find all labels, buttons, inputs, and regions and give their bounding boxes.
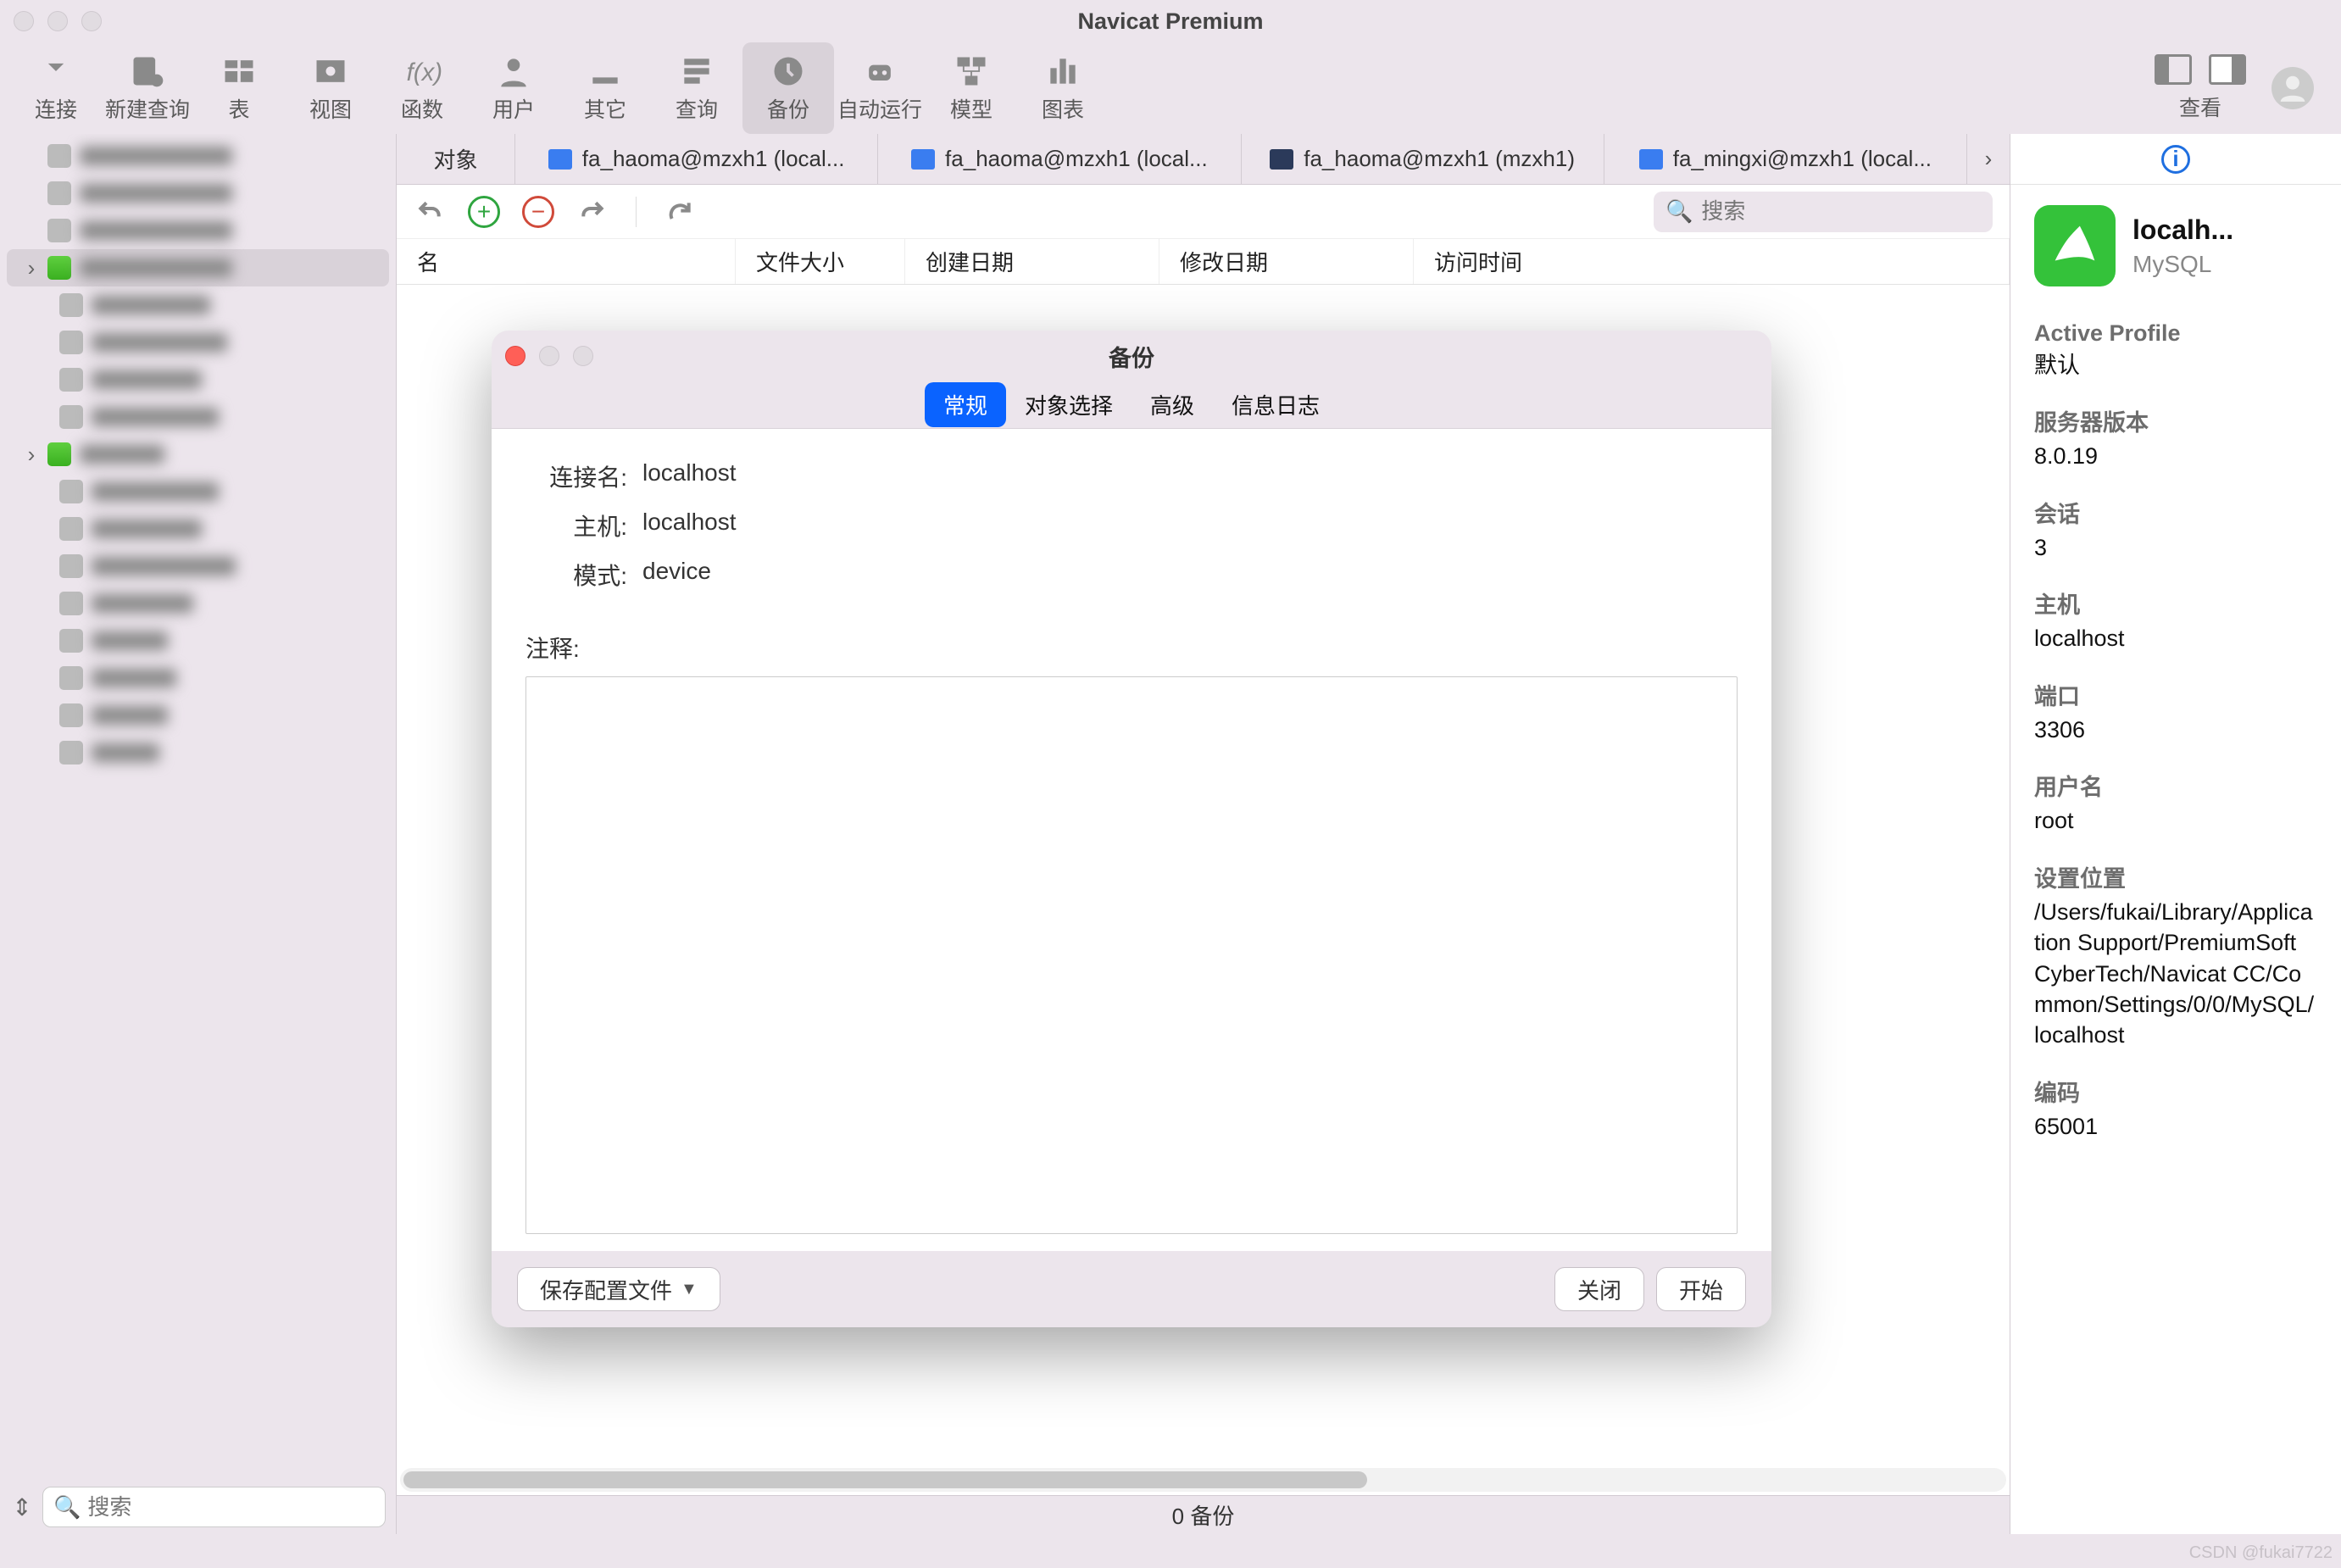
field-conn-label: 连接名:	[525, 459, 627, 493]
tab-log[interactable]: 信息日志	[1213, 382, 1338, 427]
dialog-zoom-icon	[573, 346, 593, 366]
field-host-value: localhost	[642, 509, 737, 542]
dialog-tabs: 常规 对象选择 高级 信息日志	[492, 381, 1771, 429]
notes-label: 注释:	[525, 631, 1738, 664]
save-profile-button[interactable]: 保存配置文件▼	[517, 1267, 720, 1311]
field-conn-value: localhost	[642, 459, 737, 493]
modal-backdrop: 备份 常规 对象选择 高级 信息日志 连接名: localhost 主机: loca…	[0, 0, 2341, 1568]
start-button[interactable]: 开始	[1656, 1267, 1746, 1311]
field-host-label: 主机:	[525, 509, 627, 542]
field-schema-value: device	[642, 558, 711, 592]
dialog-minimize-icon	[539, 346, 559, 366]
close-button[interactable]: 关闭	[1554, 1267, 1644, 1311]
backup-dialog: 备份 常规 对象选择 高级 信息日志 连接名: localhost 主机: loca…	[492, 331, 1771, 1327]
chevron-down-icon: ▼	[681, 1280, 698, 1299]
dialog-close-icon[interactable]	[505, 346, 525, 366]
field-schema-label: 模式:	[525, 558, 627, 592]
dialog-footer: 保存配置文件▼ 关闭 开始	[492, 1251, 1771, 1327]
notes-textarea[interactable]	[525, 676, 1738, 1234]
dialog-body: 连接名: localhost 主机: localhost 模式: device 注释:	[492, 429, 1771, 1251]
dialog-titlebar: 备份	[492, 331, 1771, 381]
watermark: CSDN @fukai7722	[2189, 1543, 2333, 1563]
dialog-title: 备份	[1109, 340, 1154, 373]
tab-advanced[interactable]: 高级	[1132, 382, 1213, 427]
tab-general[interactable]: 常规	[925, 382, 1006, 427]
tab-object-select[interactable]: 对象选择	[1006, 382, 1132, 427]
